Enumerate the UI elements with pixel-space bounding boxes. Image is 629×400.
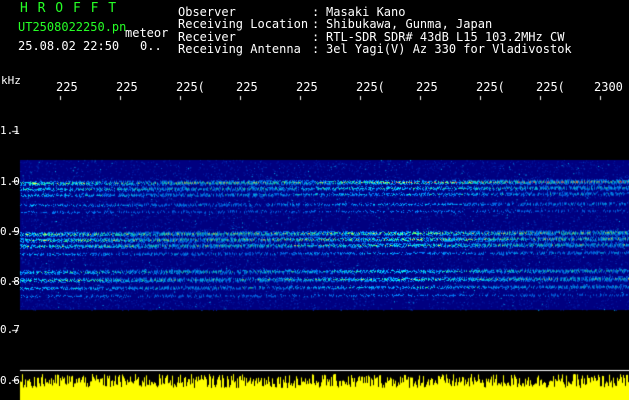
x-tick-label: 225( bbox=[536, 80, 565, 94]
app-title: H R O F F T bbox=[20, 1, 118, 16]
type-label: meteor bbox=[125, 26, 169, 40]
x-tick-label: 2300 bbox=[594, 80, 623, 94]
y-tick-label: 0.8 bbox=[0, 275, 20, 288]
x-tick-label: 225 bbox=[116, 80, 138, 94]
info-sep: : bbox=[312, 17, 320, 32]
y-tick-label: 1.1 bbox=[0, 124, 20, 137]
y-tick-label: 0.9 bbox=[0, 225, 20, 238]
x-tick-label: 225( bbox=[356, 80, 385, 94]
info-value: 3el Yagi(V) Az 330 for Vladivostok bbox=[326, 41, 572, 56]
station-info: Observer: Masaki Kano Receiving Location:… bbox=[178, 6, 572, 55]
info-value: Shibukawa, Gunma, Japan bbox=[326, 17, 493, 32]
info-sep: : bbox=[312, 41, 320, 56]
spectrogram bbox=[0, 0, 629, 400]
x-tick-label: 225( bbox=[476, 80, 505, 94]
info-row-antenna: Receiving Antenna:3el Yagi(V) Az 330 for… bbox=[178, 41, 572, 56]
date-time: 25.08.02 22:50 bbox=[18, 39, 120, 53]
y-tick-label: 0.6 bbox=[0, 374, 20, 387]
file-name: UT2508022250.pn bbox=[18, 20, 127, 34]
x-tick-label: 225 bbox=[416, 80, 438, 94]
info-label: Receiving Location bbox=[178, 17, 309, 32]
info-row-location: Receiving Location: Shibukawa, Gunma, Jap… bbox=[178, 17, 572, 32]
meteor-count: 0.. bbox=[140, 39, 162, 53]
y-tick-label: 0.7 bbox=[0, 323, 20, 336]
x-tick-label: 225( bbox=[176, 80, 205, 94]
y-axis-unit: kHz bbox=[1, 74, 21, 87]
y-tick-label: 1.0 bbox=[0, 175, 20, 188]
x-tick-label: 225 bbox=[56, 80, 78, 94]
info-label: Receiving Antenna bbox=[178, 41, 301, 56]
x-tick-label: 225 bbox=[296, 80, 318, 94]
x-tick-label: 225 bbox=[236, 80, 258, 94]
